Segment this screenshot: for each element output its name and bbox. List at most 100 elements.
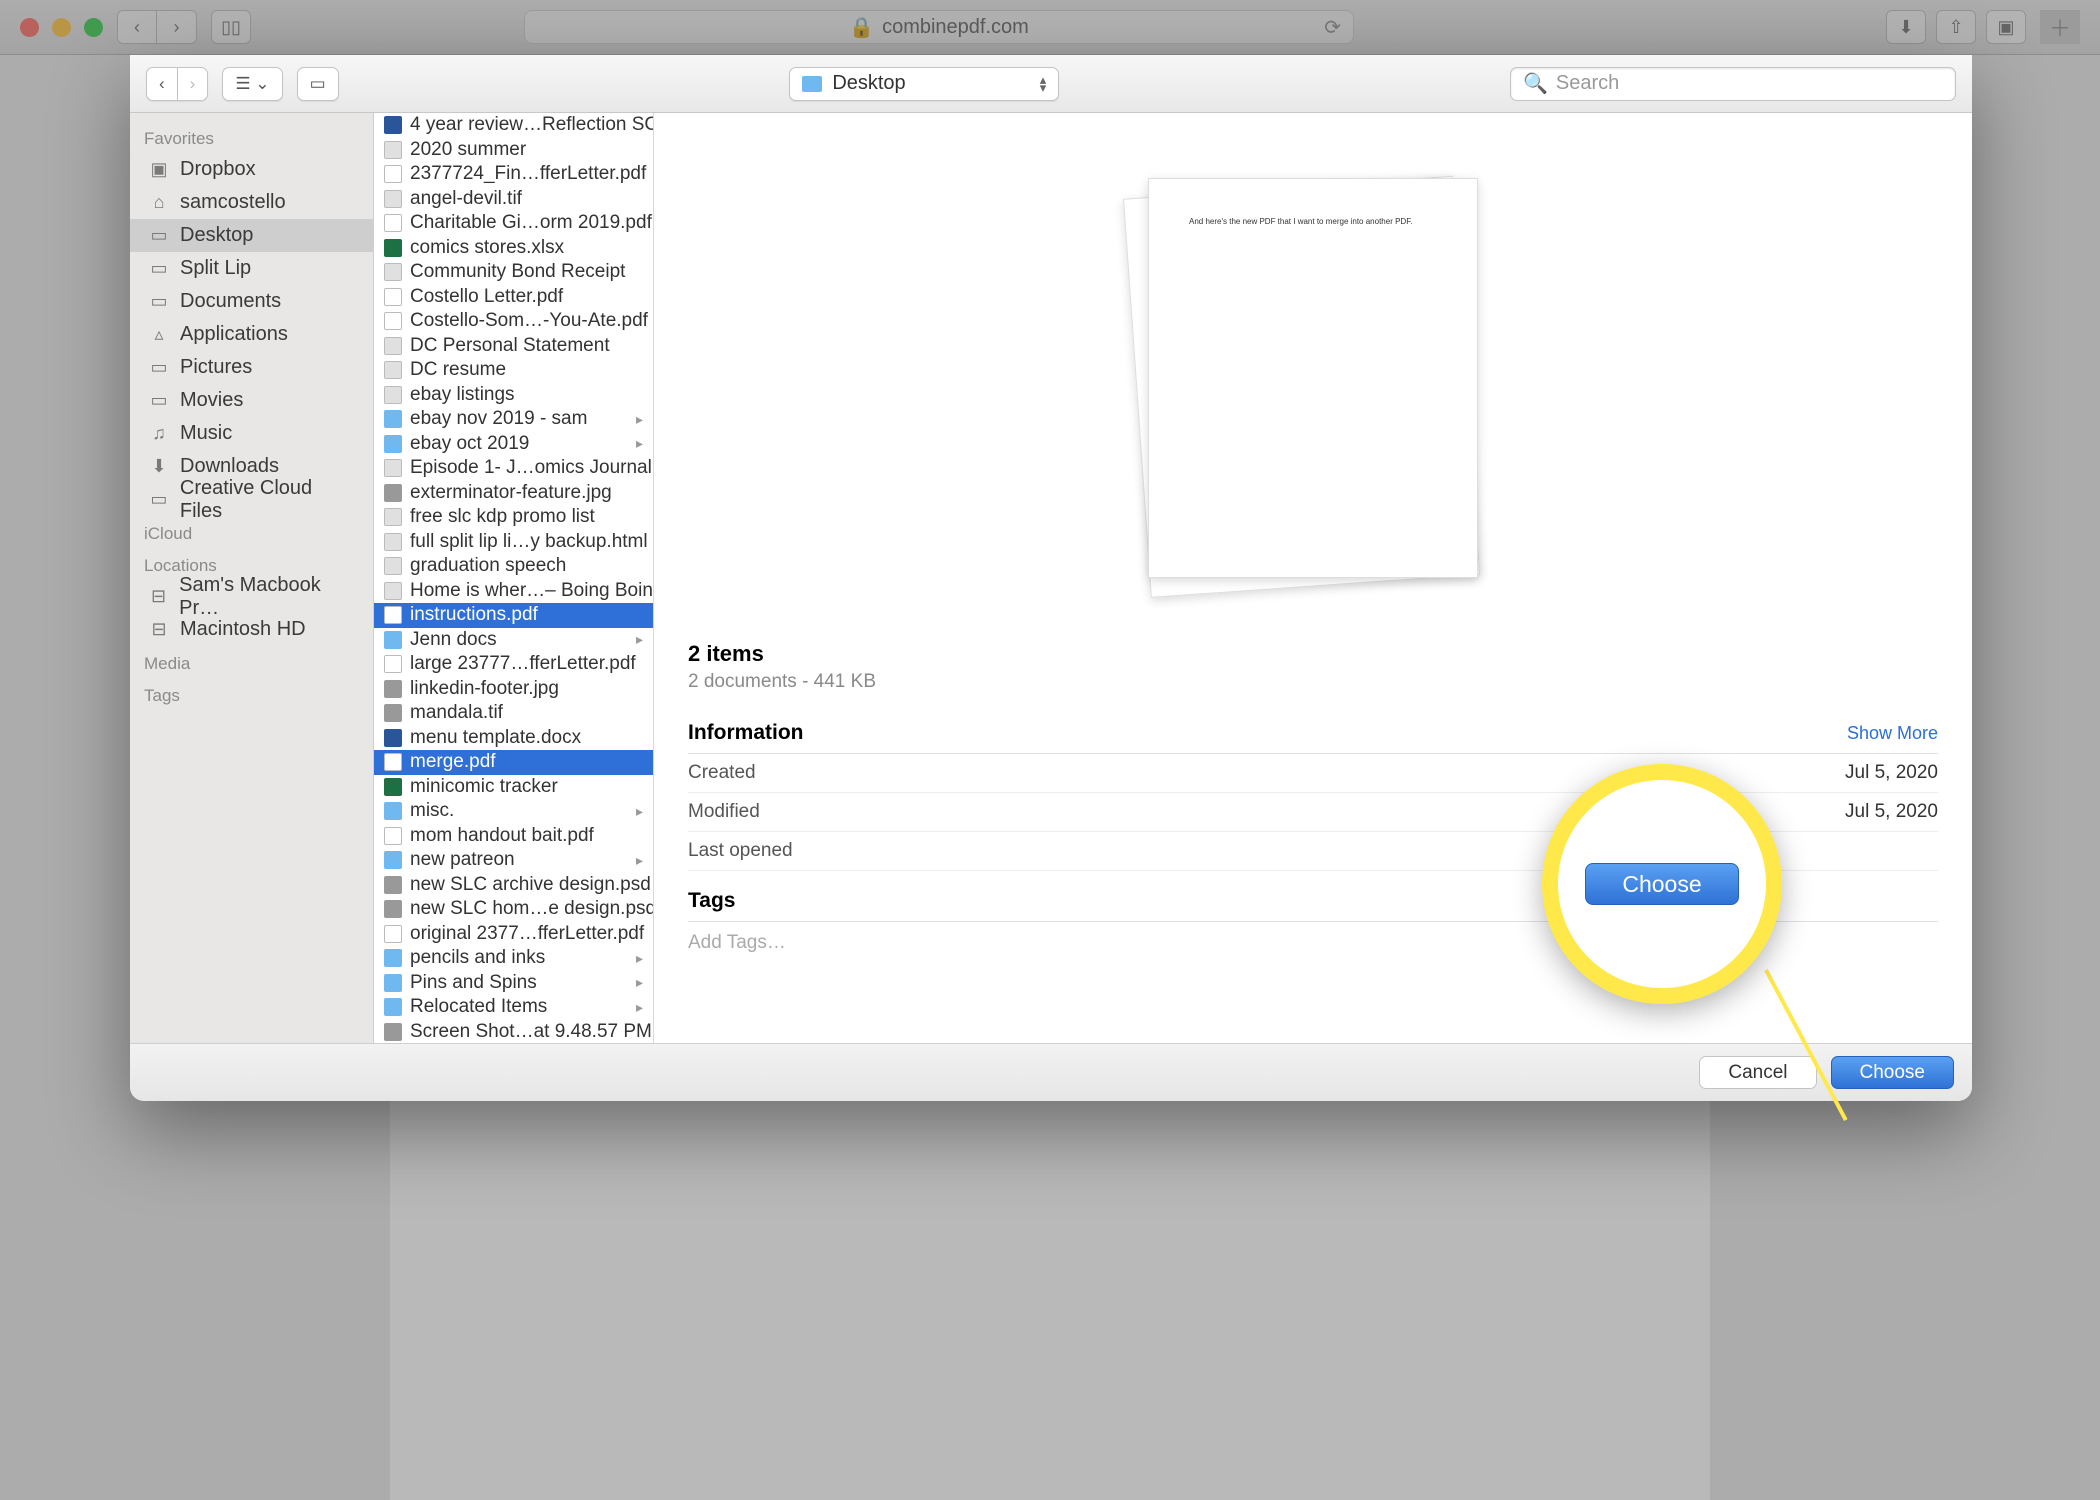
sidebar-item-music[interactable]: ♫Music — [130, 417, 373, 450]
file-row[interactable]: 4 year review…Reflection SC — [374, 113, 653, 138]
chevron-right-icon: ▸ — [636, 411, 643, 428]
group-button[interactable]: ▭ — [297, 67, 339, 101]
file-row[interactable]: Screen Shot…at 9.48.57 PM — [374, 1020, 653, 1044]
file-row[interactable]: pencils and inks▸ — [374, 946, 653, 971]
file-name: graduation speech — [410, 555, 566, 577]
file-name: Charitable Gi…orm 2019.pdf — [410, 212, 652, 234]
file-row[interactable]: angel-devil.tif — [374, 187, 653, 212]
file-row[interactable]: DC Personal Statement — [374, 334, 653, 359]
file-row[interactable]: ebay nov 2019 - sam▸ — [374, 407, 653, 432]
file-row[interactable]: Episode 1- J…omics Journal — [374, 456, 653, 481]
file-row[interactable]: Home is wher…– Boing Boing — [374, 579, 653, 604]
sidebar-item-documents[interactable]: ▭Documents — [130, 285, 373, 318]
file-name: exterminator-feature.jpg — [410, 482, 612, 504]
sidebar-item-icon: ▭ — [148, 392, 170, 410]
cancel-button[interactable]: Cancel — [1699, 1056, 1816, 1089]
sidebar-heading-tags: Tags — [130, 678, 373, 710]
file-row[interactable]: instructions.pdf — [374, 603, 653, 628]
file-row[interactable]: Costello Letter.pdf — [374, 285, 653, 310]
sidebar-item-pictures[interactable]: ▭Pictures — [130, 351, 373, 384]
doc-icon — [384, 190, 402, 208]
location-label: Desktop — [832, 72, 905, 95]
picker-back-button[interactable]: ‹ — [146, 67, 178, 101]
file-row[interactable]: ebay oct 2019 ▸ — [374, 432, 653, 457]
highlight-circle: Choose — [1542, 764, 1782, 1004]
file-name: large 23777…fferLetter.pdf — [410, 653, 636, 675]
file-row[interactable]: minicomic tracker — [374, 775, 653, 800]
file-row[interactable]: free slc kdp promo list — [374, 505, 653, 530]
file-name: ebay oct 2019 — [410, 433, 529, 455]
chevron-right-icon: ▸ — [636, 999, 643, 1016]
chevron-updown-icon: ▴▾ — [1040, 76, 1047, 92]
file-row[interactable]: Costello-Som…-You-Ate.pdf — [374, 309, 653, 334]
created-label: Created — [688, 762, 756, 784]
show-more-link[interactable]: Show More — [1847, 723, 1938, 744]
sidebar-item-label: Macintosh HD — [180, 618, 306, 641]
sidebar-item-desktop[interactable]: ▭Desktop — [130, 219, 373, 252]
search-placeholder: Search — [1556, 72, 1619, 95]
view-mode-button[interactable]: ☰ ⌄ — [222, 67, 282, 101]
search-input[interactable]: 🔍 Search — [1510, 67, 1956, 101]
file-row[interactable]: ebay listings — [374, 383, 653, 408]
file-row[interactable]: new patreon▸ — [374, 848, 653, 873]
file-row[interactable]: linkedin-footer.jpg — [374, 677, 653, 702]
preview-thumbnails: And here's the new PDF that I want to me… — [688, 133, 1938, 623]
folder-icon — [384, 631, 402, 649]
folder-icon — [802, 76, 822, 92]
file-name: merge.pdf — [410, 751, 496, 773]
file-row[interactable]: Pins and Spins▸ — [374, 971, 653, 996]
sidebar-item-icon: ▭ — [148, 260, 170, 278]
file-row[interactable]: Community Bond Receipt — [374, 260, 653, 285]
file-row[interactable]: 2020 summer — [374, 138, 653, 163]
file-row[interactable]: mom handout bait.pdf — [374, 824, 653, 849]
sidebar-item-icon: ▵ — [148, 326, 170, 344]
folder-icon — [384, 949, 402, 967]
file-row[interactable]: original 2377…fferLetter.pdf — [374, 922, 653, 947]
file-row[interactable]: Relocated Items▸ — [374, 995, 653, 1020]
choose-button[interactable]: Choose — [1831, 1056, 1955, 1089]
file-row[interactable]: merge.pdf — [374, 750, 653, 775]
location-select[interactable]: Desktop ▴▾ — [789, 67, 1059, 101]
sidebar-item-label: Applications — [180, 323, 288, 346]
sidebar-item-sam-s-macbook-pr-[interactable]: ⊟Sam's Macbook Pr… — [130, 580, 373, 613]
picker-forward-button[interactable]: › — [178, 67, 209, 101]
word-icon — [384, 116, 402, 134]
sidebar-item-applications[interactable]: ▵ Applications — [130, 318, 373, 351]
sidebar-item-split-lip[interactable]: ▭Split Lip — [130, 252, 373, 285]
file-row[interactable]: comics stores.xlsx — [374, 236, 653, 261]
sidebar-heading-favorites: Favorites — [130, 121, 373, 153]
file-row[interactable]: exterminator-feature.jpg — [374, 481, 653, 506]
file-row[interactable]: graduation speech — [374, 554, 653, 579]
file-row[interactable]: Jenn docs▸ — [374, 628, 653, 653]
file-row[interactable]: full split lip li…y backup.html — [374, 530, 653, 555]
pdf-icon — [384, 288, 402, 306]
sidebar-item-label: Downloads — [180, 455, 279, 478]
chevron-right-icon: ▸ — [636, 435, 643, 452]
file-row[interactable]: new SLC archive design.psd — [374, 873, 653, 898]
sidebar-item-movies[interactable]: ▭Movies — [130, 384, 373, 417]
pdf-icon — [384, 655, 402, 673]
file-row[interactable]: misc.▸ — [374, 799, 653, 824]
sidebar-item-creative-cloud-files[interactable]: ▭Creative Cloud Files — [130, 483, 373, 516]
info-created-row: Created Jul 5, 2020 — [688, 754, 1938, 793]
img-icon — [384, 900, 402, 918]
file-row[interactable]: mandala.tif — [374, 701, 653, 726]
search-icon: 🔍 — [1523, 71, 1548, 96]
sidebar-item-label: Music — [180, 422, 232, 445]
file-row[interactable]: large 23777…fferLetter.pdf — [374, 652, 653, 677]
file-row[interactable]: new SLC hom…e design.psd — [374, 897, 653, 922]
file-name: minicomic tracker — [410, 776, 558, 798]
sidebar-item-icon: ⊟ — [148, 588, 169, 606]
file-list-column[interactable]: 4 year review…Reflection SC2020 summer23… — [374, 113, 654, 1043]
sidebar-item-label: samcostello — [180, 191, 286, 214]
sidebar-item-samcostello[interactable]: ⌂samcostello — [130, 186, 373, 219]
doc-icon — [384, 263, 402, 281]
modified-label: Modified — [688, 801, 760, 823]
doc-icon — [384, 141, 402, 159]
pdf-icon — [384, 165, 402, 183]
file-row[interactable]: menu template.docx — [374, 726, 653, 751]
file-row[interactable]: 2377724_Fin…fferLetter.pdf — [374, 162, 653, 187]
file-row[interactable]: Charitable Gi…orm 2019.pdf — [374, 211, 653, 236]
sidebar-item-dropbox[interactable]: ▣Dropbox — [130, 153, 373, 186]
file-row[interactable]: DC resume — [374, 358, 653, 383]
